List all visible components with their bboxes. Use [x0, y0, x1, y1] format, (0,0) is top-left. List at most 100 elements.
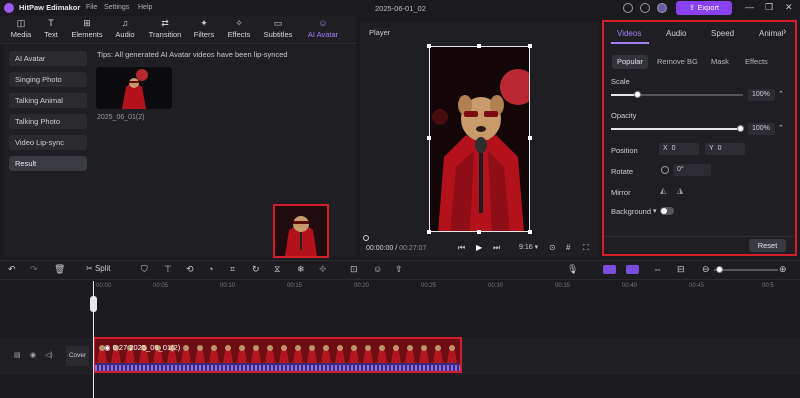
shield-icon[interactable]: ⛉ — [141, 264, 148, 275]
track-visibility-icon[interactable]: ◉ — [30, 351, 36, 359]
tool-effects[interactable]: ✧ Effects — [220, 18, 258, 39]
zoom-slider[interactable] — [714, 269, 778, 271]
progress-knob[interactable] — [363, 235, 369, 241]
scale-stepper-icon[interactable]: ⌃ — [778, 90, 784, 98]
tab-videos[interactable]: Videos — [617, 29, 641, 38]
sidebar-item-video-lip-sync[interactable]: Video Lip-sync — [9, 135, 87, 150]
play-icon[interactable]: ▶ — [476, 243, 482, 252]
export-button[interactable]: ⇪ Export — [676, 1, 732, 15]
mirror-icon[interactable]: ⧖ — [274, 264, 280, 275]
info-icon[interactable] — [623, 3, 633, 13]
video-preview[interactable] — [429, 46, 530, 232]
mirror-horizontal-icon[interactable]: ◭ — [660, 186, 666, 195]
magnet-toggle-icon[interactable] — [626, 265, 639, 274]
active-tab-indicator — [611, 42, 649, 44]
grid-icon[interactable]: # — [566, 243, 570, 252]
redo-icon[interactable]: ↷ — [30, 264, 38, 275]
resize-handle-tl[interactable] — [427, 44, 431, 48]
tab-speed[interactable]: Speed — [711, 29, 734, 38]
rotate-icon[interactable]: ↻ — [252, 264, 260, 275]
tool-filters[interactable]: ✦ Filters — [185, 18, 223, 39]
opacity-slider[interactable] — [611, 128, 740, 130]
microphone-icon[interactable]: 🎙 — [567, 264, 578, 275]
opacity-stepper-icon[interactable]: ⌃ — [778, 124, 784, 132]
zoom-in-icon[interactable]: ⊕ — [779, 264, 787, 275]
link-toggle-icon[interactable] — [603, 265, 616, 274]
sidebar-item-talking-animal[interactable]: Talking Animal — [9, 93, 87, 108]
tool-text[interactable]: T Text — [32, 18, 70, 39]
next-frame-icon[interactable]: ⏭ — [493, 243, 500, 253]
zoom-slider-knob[interactable] — [716, 266, 723, 273]
close-icon[interactable]: ✕ — [785, 2, 793, 13]
text-tool-icon[interactable]: ⊤ — [164, 264, 172, 275]
background-toggle[interactable] — [660, 207, 674, 215]
sidebar-item-singing-photo[interactable]: Singing Photo — [9, 72, 87, 87]
tab-audio[interactable]: Audio — [666, 29, 686, 38]
sidebar-item-ai-avatar[interactable]: AI Avatar — [9, 51, 87, 66]
fit-icon[interactable]: ⊟ — [677, 264, 685, 275]
background-chevron-icon[interactable]: ▾ — [653, 207, 657, 215]
aspect-ratio-select[interactable]: 9:16 ▾ — [519, 243, 538, 251]
subtab-mask[interactable]: Mask — [706, 55, 734, 69]
position-y-field[interactable]: Y 0 — [705, 143, 745, 155]
face-icon[interactable]: ☺ — [373, 264, 382, 274]
split-button[interactable]: ✂ Split — [86, 264, 111, 273]
scale-slider[interactable] — [611, 94, 743, 96]
reverse-icon[interactable]: ⟲ — [186, 264, 194, 275]
sidebar-item-result[interactable]: Result — [9, 156, 87, 171]
delete-icon[interactable]: 🗑 — [54, 264, 65, 275]
resize-handle-b[interactable] — [477, 230, 481, 234]
download-icon[interactable] — [640, 3, 650, 13]
resize-handle-br[interactable] — [528, 230, 532, 234]
mirror-vertical-icon[interactable]: ◮ — [677, 186, 683, 195]
crop-icon[interactable]: ⌗ — [230, 264, 235, 275]
prev-frame-icon[interactable]: ⏮ — [458, 243, 465, 253]
cover-button[interactable]: Cover — [66, 346, 89, 366]
menu-help[interactable]: Help — [138, 4, 152, 11]
snapshot-icon[interactable]: ⊙ — [549, 243, 556, 252]
restore-icon[interactable]: ❐ — [765, 2, 773, 13]
tool-subtitles[interactable]: ▭ Subtitles — [259, 18, 297, 39]
minimize-icon[interactable]: — — [745, 2, 754, 12]
subtab-popular[interactable]: Popular — [612, 55, 648, 69]
export-frame-icon[interactable]: ⇪ — [395, 264, 403, 275]
position-x-field[interactable]: X 0 — [659, 143, 699, 155]
subtab-remove-bg[interactable]: Remove BG — [652, 55, 703, 69]
resize-handle-l[interactable] — [427, 136, 431, 140]
playhead-handle[interactable] — [90, 296, 97, 312]
highlighted-thumbnail[interactable] — [273, 204, 329, 258]
reset-button[interactable]: Reset — [749, 239, 786, 252]
speed-icon[interactable]: ◔ — [208, 264, 213, 274]
menu-settings[interactable]: Settings — [104, 4, 129, 11]
tool-audio[interactable]: ♫ Audio — [106, 18, 144, 39]
scale-value[interactable]: 100% — [748, 89, 775, 101]
fullscreen-icon[interactable]: ⛶ — [583, 243, 589, 253]
track-icon[interactable]: ⇔ — [653, 264, 662, 274]
subtab-effects[interactable]: Effects — [740, 55, 773, 69]
opacity-slider-knob[interactable] — [737, 125, 744, 132]
move-icon[interactable]: ✥ — [319, 264, 327, 275]
scale-label: Scale — [611, 77, 630, 86]
opacity-value[interactable]: 100% — [748, 123, 775, 135]
avatar[interactable] — [657, 3, 667, 13]
resize-handle-bl[interactable] — [427, 230, 431, 234]
resize-handle-r[interactable] — [528, 136, 532, 140]
result-thumbnail[interactable] — [96, 67, 172, 109]
resize-handle-tr[interactable] — [528, 44, 532, 48]
chevron-right-icon[interactable]: › — [783, 26, 786, 37]
freeze-icon[interactable]: ❄ — [297, 264, 305, 275]
tool-transition[interactable]: ⇄ Transition — [146, 18, 184, 39]
track-lock-icon[interactable]: ▤ — [14, 351, 21, 359]
rotate-dial-icon[interactable] — [661, 166, 669, 174]
tool-ai-avatar[interactable]: ☺ AI Avatar — [303, 18, 343, 39]
tab-animation[interactable]: Animati — [759, 29, 783, 38]
track-mute-icon[interactable]: ◁) — [45, 351, 53, 359]
sidebar-item-talking-photo[interactable]: Talking Photo — [9, 114, 87, 129]
caption-icon[interactable]: ⊡ — [350, 264, 358, 275]
undo-icon[interactable]: ↶ — [8, 264, 16, 275]
tool-elements[interactable]: ⊞ Elements — [68, 18, 106, 39]
menu-file[interactable]: File — [86, 4, 97, 11]
zoom-out-icon[interactable]: ⊖ — [702, 264, 710, 275]
rotate-value[interactable]: 0° — [673, 164, 711, 176]
resize-handle-t[interactable] — [477, 44, 481, 48]
